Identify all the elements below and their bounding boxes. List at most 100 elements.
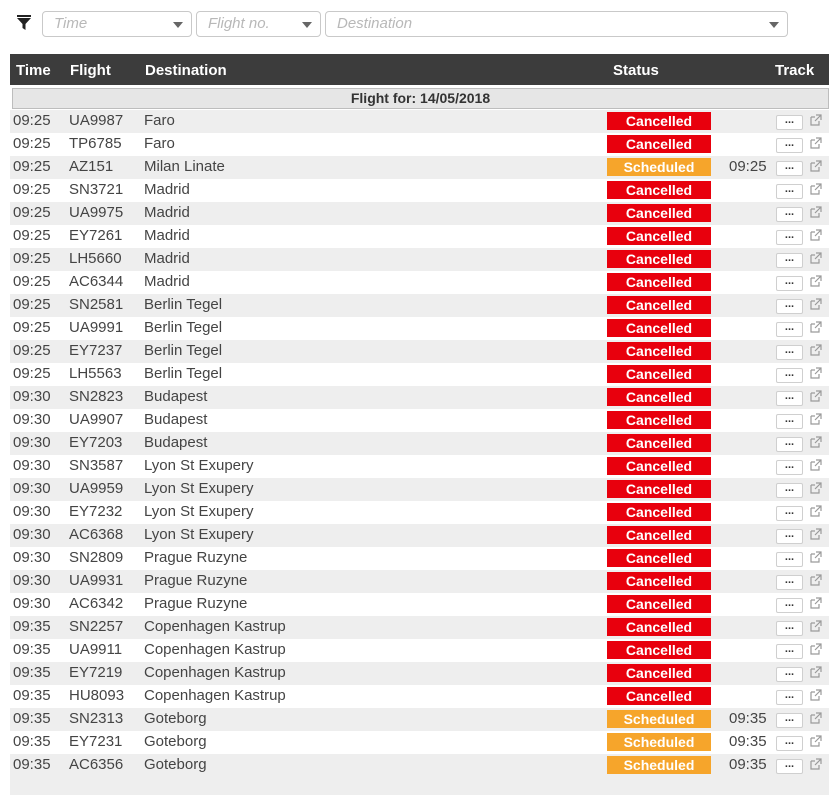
external-link-icon[interactable] (810, 620, 822, 632)
filter-icon[interactable] (17, 15, 31, 31)
external-link-icon[interactable] (810, 689, 822, 701)
external-link-icon[interactable] (810, 206, 822, 218)
external-link-icon[interactable] (810, 160, 822, 172)
external-link-icon[interactable] (810, 229, 822, 241)
table-row[interactable]: 09:30 UA9907 Budapest Cancelled... (10, 409, 829, 432)
external-link-icon[interactable] (810, 436, 822, 448)
table-row[interactable]: 09:25 UA9987 Faro Cancelled... (10, 110, 829, 133)
row-flight-number: AZ151 (69, 158, 114, 175)
table-row[interactable]: 09:35 EY7219 Copenhagen Kastrup Cancelled..… (10, 662, 829, 685)
row-time: 09:25 (13, 319, 51, 336)
table-row[interactable]: 09:25 EY7237 Berlin Tegel Cancelled... (10, 340, 829, 363)
external-link-icon[interactable] (810, 758, 822, 770)
table-row[interactable]: 09:30 EY7203 Budapest Cancelled... (10, 432, 829, 455)
more-button[interactable]: ... (776, 391, 803, 406)
flight-filter-select[interactable]: Flight no. (196, 11, 321, 37)
table-row[interactable]: 09:30 AC6342 Prague Ruzyne Cancelled... (10, 593, 829, 616)
more-button[interactable]: ... (776, 621, 803, 636)
table-row[interactable]: 09:25 AC6344 Madrid Cancelled... (10, 271, 829, 294)
table-row[interactable]: 09:35 SN2257 Copenhagen Kastrup Cancelled..… (10, 616, 829, 639)
table-row[interactable]: 09:35 UA9911 Copenhagen Kastrup Cancelled..… (10, 639, 829, 662)
external-link-icon[interactable] (810, 137, 822, 149)
more-button[interactable]: ... (776, 322, 803, 337)
table-row[interactable]: 09:35 AC6356 Goteborg Scheduled 09:35... (10, 754, 829, 777)
table-row[interactable]: 09:25 SN3721 Madrid Cancelled... (10, 179, 829, 202)
more-button[interactable]: ... (776, 161, 803, 176)
more-button[interactable]: ... (776, 759, 803, 774)
more-button[interactable]: ... (776, 598, 803, 613)
external-link-icon[interactable] (810, 252, 822, 264)
more-button[interactable]: ... (776, 667, 803, 682)
more-button[interactable]: ... (776, 368, 803, 383)
status-badge: Cancelled (607, 181, 711, 199)
table-row[interactable]: 09:30 AC6368 Lyon St Exupery Cancelled... (10, 524, 829, 547)
more-button[interactable]: ... (776, 138, 803, 153)
more-button[interactable]: ... (776, 529, 803, 544)
external-link-icon[interactable] (810, 390, 822, 402)
more-button[interactable]: ... (776, 575, 803, 590)
more-button[interactable]: ... (776, 690, 803, 705)
more-button[interactable]: ... (776, 506, 803, 521)
external-link-icon[interactable] (810, 528, 822, 540)
external-link-icon[interactable] (810, 574, 822, 586)
more-button[interactable]: ... (776, 414, 803, 429)
table-row[interactable]: 09:30 SN2809 Prague Ruzyne Cancelled... (10, 547, 829, 570)
more-button[interactable]: ... (776, 483, 803, 498)
table-row[interactable]: 09:25 SN2581 Berlin Tegel Cancelled... (10, 294, 829, 317)
more-button[interactable]: ... (776, 713, 803, 728)
row-destination: Berlin Tegel (144, 296, 223, 313)
table-row[interactable]: 09:35 SN2313 Goteborg Scheduled 09:35... (10, 708, 829, 731)
more-button[interactable]: ... (776, 207, 803, 222)
external-link-icon[interactable] (810, 666, 822, 678)
external-link-icon[interactable] (810, 114, 822, 126)
external-link-icon[interactable] (810, 551, 822, 563)
external-link-icon[interactable] (810, 275, 822, 287)
table-row[interactable]: 09:25 LH5660 Madrid Cancelled... (10, 248, 829, 271)
external-link-icon[interactable] (810, 183, 822, 195)
more-button[interactable]: ... (776, 460, 803, 475)
more-button[interactable]: ... (776, 253, 803, 268)
external-link-icon[interactable] (810, 482, 822, 494)
more-button[interactable]: ... (776, 299, 803, 314)
table-row[interactable]: 09:35 HU8093 Copenhagen Kastrup Cancelled..… (10, 685, 829, 708)
table-row[interactable]: 09:25 TP6785 Faro Cancelled... (10, 133, 829, 156)
external-link-icon[interactable] (810, 459, 822, 471)
status-badge: Cancelled (607, 342, 711, 360)
more-button[interactable]: ... (776, 736, 803, 751)
external-link-icon[interactable] (810, 505, 822, 517)
row-time: 09:25 (13, 342, 51, 359)
more-button[interactable]: ... (776, 276, 803, 291)
more-button[interactable]: ... (776, 644, 803, 659)
more-button[interactable]: ... (776, 345, 803, 360)
external-link-icon[interactable] (810, 643, 822, 655)
more-button[interactable]: ... (776, 437, 803, 452)
external-link-icon[interactable] (810, 367, 822, 379)
table-row[interactable]: 09:25 LH5563 Berlin Tegel Cancelled... (10, 363, 829, 386)
table-row[interactable]: 09:30 UA9959 Lyon St Exupery Cancelled... (10, 478, 829, 501)
table-row[interactable]: 09:35 EY7231 Goteborg Scheduled 09:35... (10, 731, 829, 754)
more-button[interactable]: ... (776, 230, 803, 245)
external-link-icon[interactable] (810, 597, 822, 609)
row-flight-number: SN3587 (69, 457, 124, 474)
external-link-icon[interactable] (810, 735, 822, 747)
time-filter-select[interactable]: Time (42, 11, 192, 37)
table-row[interactable]: 09:30 EY7232 Lyon St Exupery Cancelled... (10, 501, 829, 524)
table-row[interactable]: 09:25 EY7261 Madrid Cancelled... (10, 225, 829, 248)
table-row[interactable]: 09:25 UA9975 Madrid Cancelled... (10, 202, 829, 225)
more-button[interactable]: ... (776, 184, 803, 199)
external-link-icon[interactable] (810, 413, 822, 425)
table-row[interactable]: 09:30 SN2823 Budapest Cancelled... (10, 386, 829, 409)
table-footer (10, 777, 829, 795)
table-row[interactable]: 09:30 SN3587 Lyon St Exupery Cancelled... (10, 455, 829, 478)
table-row[interactable]: 09:25 UA9991 Berlin Tegel Cancelled... (10, 317, 829, 340)
more-button[interactable]: ... (776, 552, 803, 567)
destination-filter-select[interactable]: Destination (325, 11, 788, 37)
external-link-icon[interactable] (810, 321, 822, 333)
more-button[interactable]: ... (776, 115, 803, 130)
row-time: 09:25 (13, 365, 51, 382)
external-link-icon[interactable] (810, 344, 822, 356)
external-link-icon[interactable] (810, 298, 822, 310)
table-row[interactable]: 09:25 AZ151 Milan Linate Scheduled 09:25... (10, 156, 829, 179)
external-link-icon[interactable] (810, 712, 822, 724)
table-row[interactable]: 09:30 UA9931 Prague Ruzyne Cancelled... (10, 570, 829, 593)
